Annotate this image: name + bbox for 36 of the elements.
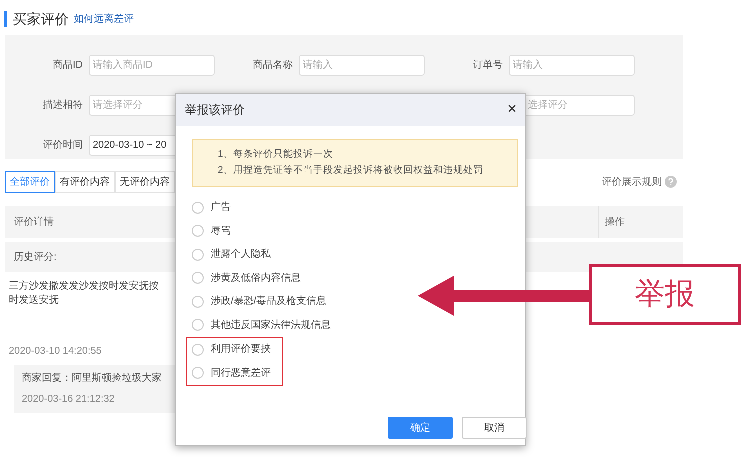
report-option[interactable]: 利用评价要挟 — [192, 338, 271, 362]
review-time: 2020-03-10 14:20:55 — [9, 345, 102, 359]
help-link[interactable]: 如何远离差评 — [74, 12, 134, 26]
input-field[interactable]: 请输入商品ID — [89, 55, 215, 76]
filter-tab[interactable]: 无评价内容 — [115, 171, 175, 193]
filter-tab[interactable]: 有评价内容 — [55, 171, 115, 193]
arrow-icon — [418, 276, 590, 316]
cancel-button[interactable]: 取消 — [462, 417, 527, 439]
report-option[interactable]: 广告 — [192, 196, 231, 220]
notice-text: 1、每条评价只能投诉一次 — [218, 148, 334, 162]
column-header: 操作 — [605, 216, 625, 230]
reply-text: 商家回复：阿里斯顿捡垃圾大家 — [22, 372, 163, 386]
input-field[interactable]: 请输入 — [299, 55, 425, 76]
report-option[interactable]: 涉政/暴恐/毒品及枪支信息 — [192, 290, 327, 314]
page-title: 买家评价 — [4, 11, 69, 27]
report-option[interactable]: 泄露个人隐私 — [192, 243, 271, 266]
report-option[interactable]: 其他违反国家法律法规信息 — [192, 314, 331, 337]
notice-text: 2、用捏造凭证等不当手段发起投诉将被收回权益和违规处罚 — [218, 164, 484, 178]
input-field[interactable]: 请输入 — [509, 55, 635, 76]
report-option[interactable]: 辱骂 — [192, 220, 231, 243]
report-option[interactable]: 涉黄及低俗内容信息 — [192, 266, 301, 290]
filter-tab[interactable]: 全部评价 — [5, 171, 55, 193]
help-icon[interactable] — [665, 176, 677, 188]
field-label: 商品ID — [53, 58, 83, 73]
reply-time: 2020-03-16 21:12:32 — [22, 393, 116, 407]
review-text: 三方沙发撒发发沙发按时发安抚按时发送安抚 — [9, 280, 160, 308]
field-label: 订单号 — [473, 58, 503, 73]
column-header: 评价详情 — [13, 216, 55, 230]
field-label: 评价时间 — [43, 138, 83, 153]
callout-label: 举报 — [589, 264, 741, 325]
confirm-button[interactable]: 确定 — [388, 417, 453, 439]
report-option[interactable]: 同行恶意差评 — [192, 362, 271, 385]
field-label: 描述相符 — [43, 98, 83, 113]
rules-link[interactable]: 评价展示规则 — [602, 174, 662, 190]
group-header: 历史评分: — [14, 250, 57, 264]
field-label: 商品名称 — [253, 58, 293, 73]
